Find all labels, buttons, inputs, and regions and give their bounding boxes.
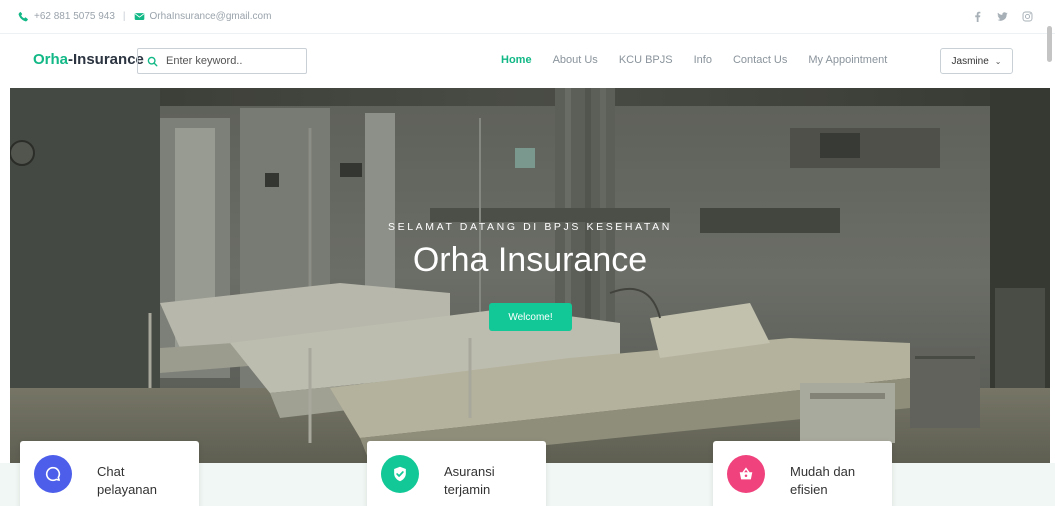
main-navbar: Orha-Insurance Home About Us KCU BPJS In… <box>0 34 1055 88</box>
hero-title: Orha Insurance <box>412 241 648 279</box>
nav-kcu-bpjs[interactable]: KCU BPJS <box>619 54 673 66</box>
feature-label: Mudah dan efisien <box>790 463 855 499</box>
feature-label-line1: Chat <box>97 464 125 479</box>
mail-icon <box>134 13 144 20</box>
phone-contact[interactable]: +62 881 5075 943 <box>18 11 115 22</box>
feature-label-line1: Asuransi <box>444 464 495 479</box>
user-name: Jasmine <box>951 55 989 67</box>
primary-nav: Home About Us KCU BPJS Info Contact Us M… <box>501 54 908 66</box>
chat-bubble-icon <box>34 455 72 493</box>
welcome-button[interactable]: Welcome! <box>489 303 572 331</box>
brand-text: -Insurance <box>68 51 144 68</box>
phone-icon <box>18 11 28 22</box>
feature-card-efficient[interactable]: Mudah dan efisien <box>713 441 892 506</box>
hero-banner: SELAMAT DATANG DI BPJS KESEHATAN Orha In… <box>10 88 1050 463</box>
twitter-icon[interactable] <box>997 11 1008 22</box>
chevron-down-icon: ⌄ <box>994 56 1002 66</box>
contact-separator: | <box>122 11 126 22</box>
shield-check-icon <box>381 455 419 493</box>
page-scrollbar[interactable] <box>1047 26 1052 62</box>
feature-label: Asuransi terjamin <box>444 463 495 499</box>
search-input[interactable] <box>166 55 301 67</box>
basket-icon <box>727 455 765 493</box>
nav-info[interactable]: Info <box>694 54 712 66</box>
feature-card-insurance[interactable]: Asuransi terjamin <box>367 441 546 506</box>
search-icon[interactable] <box>138 49 166 73</box>
nav-my-appointment[interactable]: My Appointment <box>808 54 887 66</box>
nav-about-us[interactable]: About Us <box>553 54 598 66</box>
facebook-icon[interactable] <box>972 11 983 22</box>
hero-kicker: SELAMAT DATANG DI BPJS KESEHATAN <box>388 221 672 233</box>
brand-logo[interactable]: Orha-Insurance <box>33 51 144 68</box>
email-address: OrhaInsurance@gmail.com <box>149 11 272 22</box>
nav-home[interactable]: Home <box>501 54 532 66</box>
feature-label-line1: Mudah dan <box>790 464 856 479</box>
brand-accent-text: Orha <box>33 51 69 68</box>
feature-label: Chat pelayanan <box>97 463 157 499</box>
nav-contact-us[interactable]: Contact Us <box>733 54 787 66</box>
phone-number: +62 881 5075 943 <box>34 11 115 22</box>
search-box <box>137 48 307 74</box>
user-menu-button[interactable]: Jasmine ⌄ <box>940 48 1013 74</box>
feature-label-line2: pelayanan <box>97 482 157 497</box>
social-links <box>972 11 1033 22</box>
feature-label-line2: efisien <box>790 482 828 497</box>
top-contact-bar: +62 881 5075 943 | OrhaInsurance@gmail.c… <box>0 0 1055 34</box>
feature-label-line2: terjamin <box>444 482 491 497</box>
page: +62 881 5075 943 | OrhaInsurance@gmail.c… <box>0 0 1055 506</box>
instagram-icon[interactable] <box>1022 11 1033 22</box>
feature-card-chat[interactable]: Chat pelayanan <box>20 441 199 506</box>
email-contact[interactable]: OrhaInsurance@gmail.com <box>134 11 272 22</box>
